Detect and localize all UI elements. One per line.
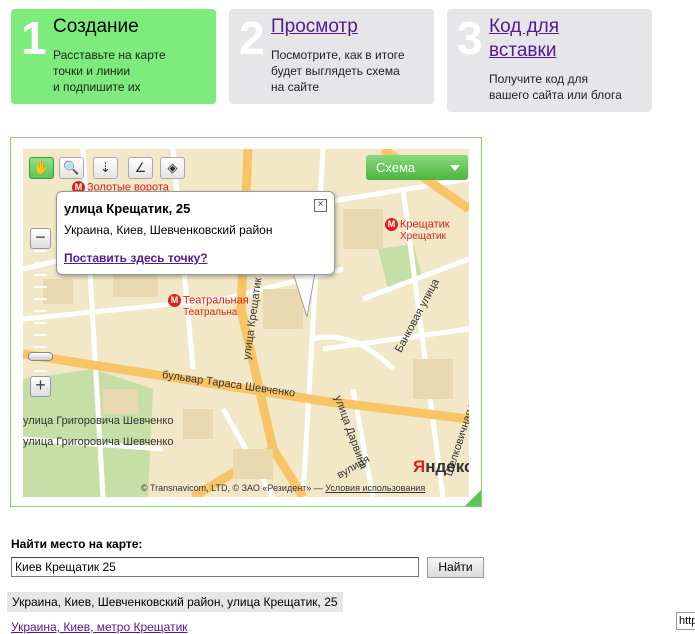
minus-icon: − <box>35 227 46 247</box>
placemark-tool-button[interactable]: ⇣ <box>93 157 118 179</box>
step-description: Посмотрите, как в итоге будет выглядеть … <box>271 48 405 94</box>
step-description: Расставьте на карте точки и линии и подп… <box>53 48 166 94</box>
search-label: Найти место на карте: <box>11 537 143 551</box>
chevron-down-icon <box>450 165 460 171</box>
close-icon[interactable]: × <box>314 199 327 212</box>
zoom-tick <box>34 322 47 324</box>
zoom-tick <box>34 250 47 252</box>
polyline-tool-button[interactable]: ∠ <box>128 157 153 179</box>
search-button[interactable]: Найти <box>427 557 484 578</box>
search-result-item[interactable]: Украина, Киев, метро Крещатик <box>11 620 188 634</box>
balloon-address: Украина, Киев, Шевченковский район <box>64 223 273 237</box>
map-type-dropdown[interactable]: Схема <box>366 155 468 180</box>
map-copyright: © Transnavicom, LTD, © ЗАО «Резидент» — … <box>141 483 426 493</box>
resize-handle[interactable] <box>465 490 481 506</box>
zoom-tick <box>34 274 47 276</box>
search-input[interactable] <box>11 557 419 577</box>
zoom-in-button[interactable]: + <box>30 376 51 397</box>
step-number: 1 <box>21 12 47 64</box>
plus-icon: + <box>35 375 46 395</box>
zoom-tick <box>34 370 47 372</box>
step-preview: 2 Просмотр Посмотрите, как в итоге будет… <box>229 9 434 104</box>
zoom-tick <box>34 286 47 288</box>
hand-tool-button[interactable]: ✋ <box>29 157 54 179</box>
step-create: 1 Создание Расставьте на карте точки и л… <box>11 9 216 104</box>
street-label: улица Григоровича Шевченко <box>23 415 174 427</box>
polyline-icon: ∠ <box>134 160 147 175</box>
step-description: Получите код для вашего сайта или блога <box>489 72 622 102</box>
yandex-logo: Яндекс <box>413 457 469 476</box>
metro-label: M Театральная Театральна <box>168 294 249 319</box>
map-canvas[interactable]: ✋ 🔍 ⇣ ∠ ◈ Схема M Золотые ворота M Крещати… <box>23 149 469 497</box>
metro-icon: M <box>168 294 181 307</box>
zoom-tick <box>34 298 47 300</box>
hand-icon: ✋ <box>33 160 50 175</box>
magnifier-zoom-icon: 🔍 <box>63 160 80 175</box>
map-frame: ✋ 🔍 ⇣ ∠ ◈ Схема M Золотые ворота M Крещати… <box>10 137 482 507</box>
step-number: 3 <box>457 12 483 64</box>
balloon-title: улица Крещатик, 25 <box>64 201 191 216</box>
polygon-icon: ◈ <box>167 160 178 175</box>
balloon-tail <box>293 273 316 318</box>
zoom-slider-handle[interactable] <box>28 352 53 361</box>
step-number: 2 <box>239 12 265 64</box>
zoom-out-button[interactable]: − <box>30 228 51 249</box>
polygon-tool-button[interactable]: ◈ <box>160 157 185 179</box>
step-title: Создание <box>53 16 139 37</box>
placemark-icon: ⇣ <box>100 160 111 175</box>
search-result-item[interactable]: Украина, Киев, Шевченковский район, улиц… <box>7 592 343 612</box>
address-balloon: улица Крещатик, 25 Украина, Киев, Шевчен… <box>56 191 335 275</box>
step-embed-code-link[interactable]: Код для вставки <box>489 15 559 63</box>
terms-of-use-link[interactable]: Условия использования <box>325 483 425 493</box>
map-type-label: Схема <box>376 160 416 175</box>
street-label: улица Григоровича Шевченко <box>23 436 174 448</box>
zoom-tick <box>34 262 47 264</box>
status-url-tooltip: http <box>676 612 695 630</box>
step-preview-link[interactable]: Просмотр <box>271 15 358 39</box>
place-point-link[interactable]: Поставить здесь точку? <box>64 251 208 265</box>
zoom-tick <box>34 310 47 312</box>
zoom-tick <box>34 334 47 336</box>
metro-label: M Крещатик Хрещатик <box>385 218 450 243</box>
metro-icon: M <box>385 218 398 231</box>
step-embed-code: 3 Код для вставки Получите код для вашег… <box>447 9 652 112</box>
zoom-select-tool-button[interactable]: 🔍 <box>59 157 84 179</box>
zoom-tick <box>34 346 47 348</box>
